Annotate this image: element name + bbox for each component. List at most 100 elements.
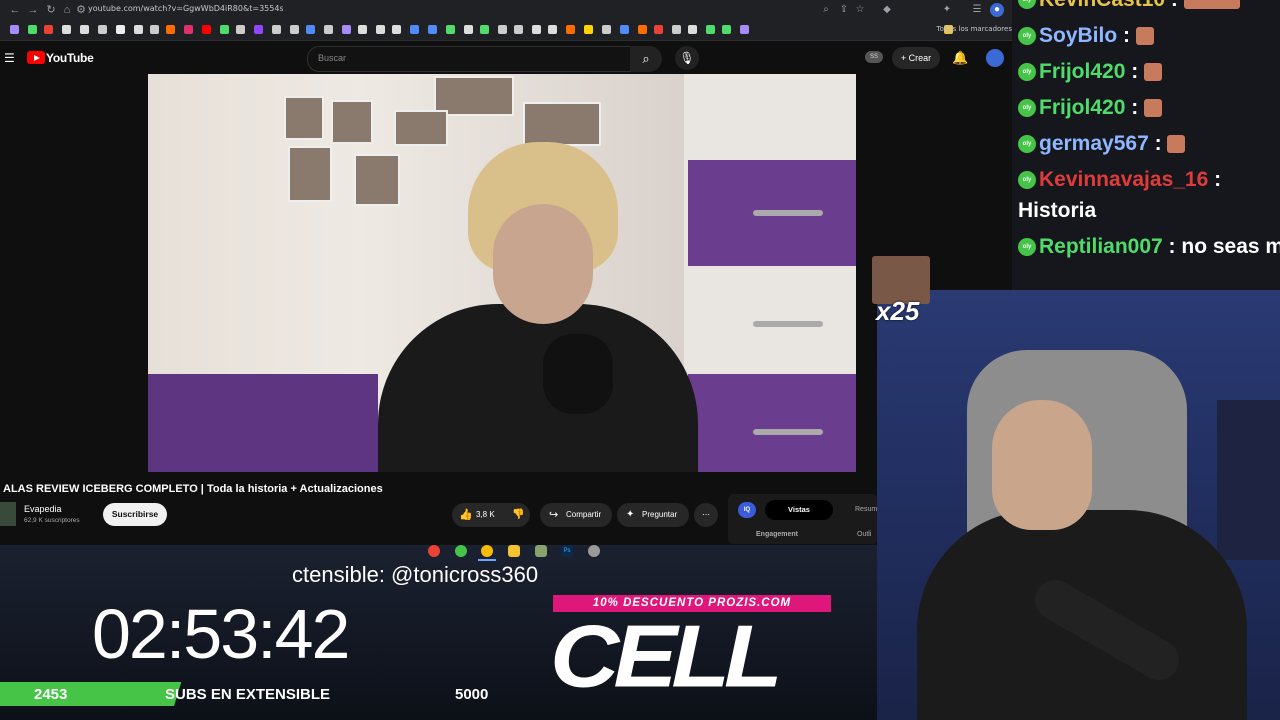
search-input[interactable]: Buscar	[307, 46, 631, 72]
bookmark-icon[interactable]	[464, 25, 473, 34]
outlier-label: Outli	[857, 531, 872, 538]
video-frame-detail	[543, 334, 613, 414]
youtube-logo-text[interactable]: YouTube	[46, 51, 94, 65]
account-avatar[interactable]	[986, 49, 1004, 67]
menu-icon[interactable]: ☰	[4, 51, 15, 65]
bookmark-icon[interactable]	[376, 25, 385, 34]
chat-badge-icon: oly	[1018, 135, 1036, 154]
more-actions-button[interactable]: ⋯	[694, 503, 718, 527]
twitch-icon[interactable]	[254, 25, 263, 34]
home-icon[interactable]: ⌂	[60, 3, 74, 17]
bookmark-icon[interactable]	[116, 25, 125, 34]
bookmark-icon[interactable]	[220, 25, 229, 34]
like-button[interactable]: 👍	[459, 503, 473, 527]
bookmark-icon[interactable]	[428, 25, 437, 34]
bookmark-icon[interactable]	[602, 25, 611, 34]
bookmark-icon[interactable]	[654, 25, 663, 34]
bookmark-icon[interactable]	[688, 25, 697, 34]
bookmark-icon[interactable]	[498, 25, 507, 34]
site-info-icon[interactable]: ⚙	[74, 3, 88, 17]
video-player[interactable]	[148, 74, 856, 472]
tab-resumen[interactable]: Resum	[855, 506, 877, 513]
bookmark-icon[interactable]	[98, 25, 107, 34]
bookmark-icon[interactable]	[324, 25, 333, 34]
all-bookmarks-link[interactable]: Todos los marcadores	[937, 25, 1012, 33]
dislike-button[interactable]: 👎	[512, 503, 524, 527]
x-icon[interactable]	[62, 25, 71, 34]
bookmark-icon[interactable]	[290, 25, 299, 34]
bookmark-icon[interactable]	[150, 25, 159, 34]
bookmark-icon[interactable]	[532, 25, 541, 34]
emote-icon	[1144, 99, 1163, 118]
tiktok-icon[interactable]	[80, 25, 89, 34]
extensions-puzzle-icon[interactable]: ✦	[940, 3, 954, 17]
emote-icon	[1183, 0, 1240, 10]
photoshop-icon[interactable]: Ps	[561, 545, 573, 557]
bookmark-icon[interactable]	[706, 25, 715, 34]
app-icon[interactable]	[428, 545, 440, 557]
bookmark-icon[interactable]	[584, 25, 593, 34]
video-title: ALAS REVIEW ICEBERG COMPLETO | Toda la h…	[3, 483, 383, 495]
app-icon[interactable]	[588, 545, 600, 557]
instagram-icon[interactable]	[184, 25, 193, 34]
bookmark-icon[interactable]	[236, 25, 245, 34]
tab-search-icon[interactable]: ☰	[970, 3, 984, 17]
bookmark-icon[interactable]	[306, 25, 315, 34]
bookmark-icon[interactable]	[446, 25, 455, 34]
youtube-logo-icon[interactable]	[27, 51, 45, 64]
app-icon[interactable]	[535, 545, 547, 557]
bookmark-icon[interactable]	[638, 25, 647, 34]
bookmark-icon[interactable]	[134, 25, 143, 34]
channel-name[interactable]: Evapedia	[24, 504, 62, 514]
extension-icon[interactable]: ◆	[880, 3, 894, 17]
bookmark-icon[interactable]	[548, 25, 557, 34]
bookmark-icon[interactable]	[272, 25, 281, 34]
bookmark-icon[interactable]	[566, 25, 575, 34]
forward-icon[interactable]: →	[26, 3, 40, 17]
share-page-icon[interactable]: ⇪	[837, 3, 851, 17]
back-icon[interactable]: ←	[8, 3, 22, 17]
bookmark-icon[interactable]	[392, 25, 401, 34]
bookmark-icon[interactable]	[672, 25, 681, 34]
profile-icon[interactable]: ●	[990, 3, 1004, 17]
bookmark-icon[interactable]	[722, 25, 731, 34]
search-button[interactable]: ⌕	[630, 46, 662, 72]
subscribe-button[interactable]: Suscribirse	[103, 503, 167, 526]
zoom-icon[interactable]: ⌕	[819, 3, 833, 17]
notifications-bell-icon[interactable]: 🔔	[952, 50, 968, 66]
emote-icon	[1135, 27, 1154, 46]
bookmark-icon[interactable]	[166, 25, 175, 34]
ask-button[interactable]: ✦ Preguntar	[617, 503, 689, 527]
bookmark-star-icon[interactable]: ☆	[853, 3, 867, 17]
bookmark-icon[interactable]	[740, 25, 749, 34]
channel-avatar[interactable]	[0, 502, 16, 526]
tab-vistas[interactable]: Vistas	[765, 500, 833, 520]
bookmark-icon[interactable]	[410, 25, 419, 34]
iq-icon[interactable]: IQ	[738, 502, 756, 518]
youtube-icon[interactable]	[202, 25, 211, 34]
chrome-icon[interactable]	[481, 545, 493, 557]
reload-icon[interactable]: ↻	[44, 3, 58, 17]
video-frame-detail	[753, 210, 823, 216]
address-bar[interactable]: youtube.com/watch?v=GgwWbD4iR80&t=3554s	[88, 4, 284, 13]
bookmark-icon[interactable]	[10, 25, 19, 34]
bookmark-icon[interactable]	[480, 25, 489, 34]
video-frame-detail	[493, 204, 593, 324]
share-button[interactable]: ↪ Compartir	[540, 503, 612, 527]
create-button[interactable]: + Crear	[892, 47, 940, 69]
video-frame-detail	[331, 100, 373, 144]
app-icon[interactable]	[455, 545, 467, 557]
voice-search-button[interactable]: 🎙	[675, 46, 699, 70]
bookmark-icon[interactable]	[342, 25, 351, 34]
chat-username: Frijol420	[1039, 96, 1126, 119]
file-explorer-icon[interactable]	[508, 545, 520, 557]
bookmark-icon[interactable]	[620, 25, 629, 34]
gmail-icon[interactable]	[44, 25, 53, 34]
bookmark-icon[interactable]	[28, 25, 37, 34]
chat-message: oly SoyBilo :	[1018, 24, 1154, 48]
bookmark-icon[interactable]	[514, 25, 523, 34]
bookmark-icon[interactable]	[358, 25, 367, 34]
ss-badge[interactable]: SS	[865, 51, 883, 63]
chat-username: KevinCast10	[1039, 0, 1165, 11]
browser-window: ← → ↻ ⌂ ⚙ youtube.com/watch?v=GgwWbD4iR8…	[0, 0, 1012, 545]
